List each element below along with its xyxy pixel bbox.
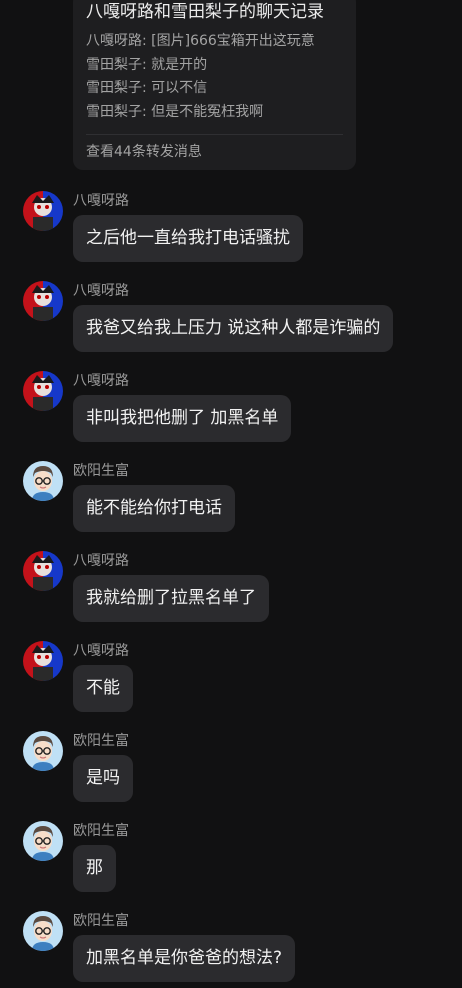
forwarded-record-line: 八嘎呀路: [图片]666宝箱开出这玩意 <box>86 33 315 49</box>
sender-name: 欧阳生富 <box>73 913 129 929</box>
sender-name: 八嘎呀路 <box>73 373 129 389</box>
message-bubble[interactable]: 能不能给你打电话 <box>73 485 235 532</box>
red-blue-anime-avatar[interactable] <box>23 191 63 231</box>
forwarded-chat-record-card[interactable]: 八嘎呀路和雪田梨子的聊天记录 八嘎呀路: [图片]666宝箱开出这玩意 雪田梨子… <box>73 0 356 170</box>
glasses-boy-avatar[interactable] <box>23 911 63 951</box>
sender-name: 八嘎呀路 <box>73 193 129 209</box>
forwarded-record-title: 八嘎呀路和雪田梨子的聊天记录 <box>86 2 324 22</box>
forwarded-record-divider <box>86 134 343 135</box>
red-blue-anime-avatar[interactable] <box>23 641 63 681</box>
glasses-boy-avatar[interactable] <box>23 821 63 861</box>
view-forwarded-messages-link[interactable]: 查看44条转发消息 <box>86 142 343 162</box>
forwarded-record-line: 雪田梨子: 但是不能冤枉我啊 <box>86 103 264 120</box>
glasses-boy-avatar[interactable] <box>23 461 63 501</box>
message-bubble[interactable]: 加黑名单是你爸爸的想法? <box>73 935 296 982</box>
red-blue-anime-avatar[interactable] <box>23 551 63 591</box>
forwarded-record-line: 雪田梨子: 就是开的 <box>86 56 208 73</box>
sender-name: 欧阳生富 <box>73 823 129 839</box>
forwarded-record-line: 雪田梨子: 可以不信 <box>86 80 208 96</box>
glasses-boy-avatar[interactable] <box>23 731 63 771</box>
message-bubble[interactable]: 不能 <box>73 665 133 712</box>
red-blue-anime-avatar[interactable] <box>23 281 63 321</box>
message-bubble[interactable]: 之后他一直给我打电话骚扰 <box>73 215 303 262</box>
sender-name: 欧阳生富 <box>73 733 129 749</box>
sender-name: 八嘎呀路 <box>73 553 129 569</box>
sender-name: 八嘎呀路 <box>73 283 129 299</box>
sender-name: 八嘎呀路 <box>73 643 129 659</box>
message-bubble[interactable]: 我爸又给我上压力 说这种人都是诈骗的 <box>73 305 394 352</box>
message-bubble[interactable]: 那 <box>73 845 116 892</box>
message-bubble[interactable]: 非叫我把他删了 加黑名单 <box>73 395 292 442</box>
sender-name: 欧阳生富 <box>73 463 129 479</box>
message-bubble[interactable]: 我就给删了拉黑名单了 <box>73 575 269 622</box>
forwarded-record-preview: 八嘎呀路: [图片]666宝箱开出这玩意 雪田梨子: 就是开的 雪田梨子: 可以… <box>86 30 343 124</box>
message-bubble[interactable]: 是吗 <box>73 755 133 802</box>
red-blue-anime-avatar[interactable] <box>23 371 63 411</box>
chat-window: 八嘎呀路和雪田梨子的聊天记录 八嘎呀路: [图片]666宝箱开出这玩意 雪田梨子… <box>0 0 462 988</box>
